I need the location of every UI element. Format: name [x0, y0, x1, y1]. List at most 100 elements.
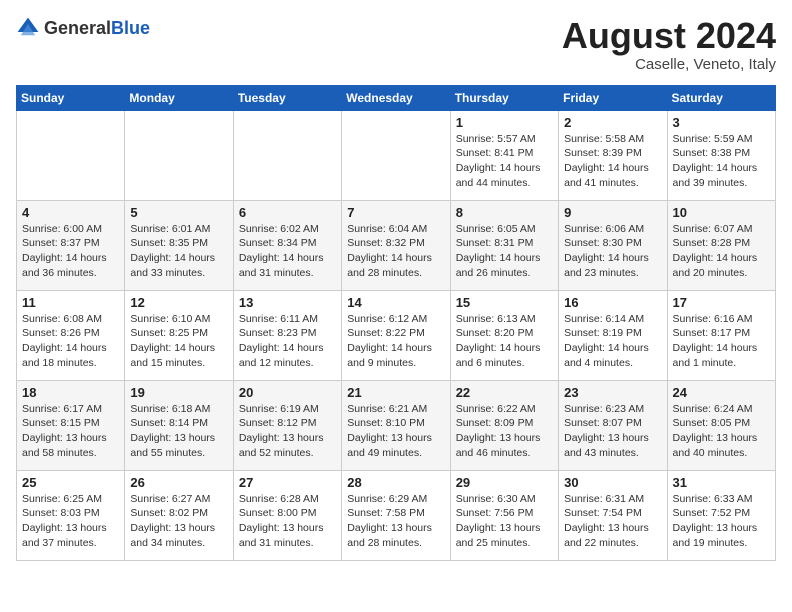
day-number: 28 — [347, 475, 444, 490]
day-info: Sunrise: 6:02 AM Sunset: 8:34 PM Dayligh… — [239, 222, 336, 281]
calendar-cell: 4 Sunrise: 6:00 AM Sunset: 8:37 PM Daylig… — [17, 200, 125, 290]
logo-icon — [16, 16, 40, 40]
day-info: Sunrise: 6:14 AM Sunset: 8:19 PM Dayligh… — [564, 312, 661, 371]
logo: GeneralBlue — [16, 16, 150, 40]
day-of-week-header: Thursday — [450, 85, 558, 110]
day-number: 14 — [347, 295, 444, 310]
day-info: Sunrise: 6:01 AM Sunset: 8:35 PM Dayligh… — [130, 222, 227, 281]
calendar-cell — [342, 110, 450, 200]
day-number: 24 — [673, 385, 770, 400]
calendar-cell: 29 Sunrise: 6:30 AM Sunset: 7:56 PM Dayli… — [450, 470, 558, 560]
calendar-cell: 31 Sunrise: 6:33 AM Sunset: 7:52 PM Dayli… — [667, 470, 775, 560]
day-info: Sunrise: 6:18 AM Sunset: 8:14 PM Dayligh… — [130, 402, 227, 461]
calendar-cell: 9 Sunrise: 6:06 AM Sunset: 8:30 PM Daylig… — [559, 200, 667, 290]
day-number: 23 — [564, 385, 661, 400]
calendar-week-row: 11Sunrise: 6:08 AM Sunset: 8:26 PM Dayli… — [17, 290, 776, 380]
day-info: Sunrise: 6:07 AM Sunset: 8:28 PM Dayligh… — [673, 222, 770, 281]
month-year-title: August 2024 — [562, 16, 776, 56]
calendar-week-row: 4 Sunrise: 6:00 AM Sunset: 8:37 PM Daylig… — [17, 200, 776, 290]
day-number: 7 — [347, 205, 444, 220]
calendar-cell — [233, 110, 341, 200]
calendar-cell: 7Sunrise: 6:04 AM Sunset: 8:32 PM Daylig… — [342, 200, 450, 290]
day-info: Sunrise: 6:06 AM Sunset: 8:30 PM Dayligh… — [564, 222, 661, 281]
day-of-week-header: Monday — [125, 85, 233, 110]
day-number: 6 — [239, 205, 336, 220]
day-info: Sunrise: 6:30 AM Sunset: 7:56 PM Dayligh… — [456, 492, 553, 551]
calendar-cell: 24 Sunrise: 6:24 AM Sunset: 8:05 PM Dayli… — [667, 380, 775, 470]
day-number: 27 — [239, 475, 336, 490]
calendar-cell: 5 Sunrise: 6:01 AM Sunset: 8:35 PM Daylig… — [125, 200, 233, 290]
calendar-cell: 21Sunrise: 6:21 AM Sunset: 8:10 PM Dayli… — [342, 380, 450, 470]
calendar-cell: 23 Sunrise: 6:23 AM Sunset: 8:07 PM Dayli… — [559, 380, 667, 470]
calendar-cell: 15 Sunrise: 6:13 AM Sunset: 8:20 PM Dayli… — [450, 290, 558, 380]
day-number: 10 — [673, 205, 770, 220]
day-number: 30 — [564, 475, 661, 490]
day-info: Sunrise: 6:00 AM Sunset: 8:37 PM Dayligh… — [22, 222, 119, 281]
day-number: 5 — [130, 205, 227, 220]
day-of-week-header: Friday — [559, 85, 667, 110]
day-info: Sunrise: 6:28 AM Sunset: 8:00 PM Dayligh… — [239, 492, 336, 551]
day-info: Sunrise: 6:24 AM Sunset: 8:05 PM Dayligh… — [673, 402, 770, 461]
calendar-cell: 19 Sunrise: 6:18 AM Sunset: 8:14 PM Dayli… — [125, 380, 233, 470]
calendar-cell: 27 Sunrise: 6:28 AM Sunset: 8:00 PM Dayli… — [233, 470, 341, 560]
day-number: 15 — [456, 295, 553, 310]
day-info: Sunrise: 6:11 AM Sunset: 8:23 PM Dayligh… — [239, 312, 336, 371]
day-number: 11 — [22, 295, 119, 310]
day-number: 25 — [22, 475, 119, 490]
calendar-cell: 13Sunrise: 6:11 AM Sunset: 8:23 PM Dayli… — [233, 290, 341, 380]
day-number: 12 — [130, 295, 227, 310]
calendar-cell: 20 Sunrise: 6:19 AM Sunset: 8:12 PM Dayli… — [233, 380, 341, 470]
day-number: 1 — [456, 115, 553, 130]
day-info: Sunrise: 6:16 AM Sunset: 8:17 PM Dayligh… — [673, 312, 770, 371]
day-number: 29 — [456, 475, 553, 490]
day-number: 9 — [564, 205, 661, 220]
day-info: Sunrise: 6:27 AM Sunset: 8:02 PM Dayligh… — [130, 492, 227, 551]
day-info: Sunrise: 6:10 AM Sunset: 8:25 PM Dayligh… — [130, 312, 227, 371]
calendar-week-row: 25 Sunrise: 6:25 AM Sunset: 8:03 PM Dayli… — [17, 470, 776, 560]
calendar-cell — [17, 110, 125, 200]
day-number: 8 — [456, 205, 553, 220]
title-block: August 2024 Caselle, Veneto, Italy — [562, 16, 776, 73]
calendar-cell: 6 Sunrise: 6:02 AM Sunset: 8:34 PM Daylig… — [233, 200, 341, 290]
day-number: 31 — [673, 475, 770, 490]
calendar-cell: 14 Sunrise: 6:12 AM Sunset: 8:22 PM Dayli… — [342, 290, 450, 380]
calendar-cell: 30Sunrise: 6:31 AM Sunset: 7:54 PM Dayli… — [559, 470, 667, 560]
logo-text-general: General — [44, 18, 111, 38]
page-header: GeneralBlue August 2024 Caselle, Veneto,… — [16, 16, 776, 73]
calendar-cell: 18Sunrise: 6:17 AM Sunset: 8:15 PM Dayli… — [17, 380, 125, 470]
calendar-cell: 8 Sunrise: 6:05 AM Sunset: 8:31 PM Daylig… — [450, 200, 558, 290]
day-info: Sunrise: 6:05 AM Sunset: 8:31 PM Dayligh… — [456, 222, 553, 281]
day-info: Sunrise: 6:23 AM Sunset: 8:07 PM Dayligh… — [564, 402, 661, 461]
day-info: Sunrise: 6:13 AM Sunset: 8:20 PM Dayligh… — [456, 312, 553, 371]
day-info: Sunrise: 5:57 AM Sunset: 8:41 PM Dayligh… — [456, 132, 553, 191]
calendar-cell — [125, 110, 233, 200]
day-of-week-header: Tuesday — [233, 85, 341, 110]
calendar-cell: 11Sunrise: 6:08 AM Sunset: 8:26 PM Dayli… — [17, 290, 125, 380]
day-number: 4 — [22, 205, 119, 220]
day-number: 20 — [239, 385, 336, 400]
day-info: Sunrise: 6:25 AM Sunset: 8:03 PM Dayligh… — [22, 492, 119, 551]
day-of-week-header: Saturday — [667, 85, 775, 110]
day-info: Sunrise: 6:19 AM Sunset: 8:12 PM Dayligh… — [239, 402, 336, 461]
calendar-cell: 1 Sunrise: 5:57 AM Sunset: 8:41 PM Daylig… — [450, 110, 558, 200]
day-number: 2 — [564, 115, 661, 130]
calendar-cell: 25 Sunrise: 6:25 AM Sunset: 8:03 PM Dayli… — [17, 470, 125, 560]
calendar-cell: 3Sunrise: 5:59 AM Sunset: 8:38 PM Daylig… — [667, 110, 775, 200]
calendar-cell: 2Sunrise: 5:58 AM Sunset: 8:39 PM Daylig… — [559, 110, 667, 200]
calendar-cell: 22Sunrise: 6:22 AM Sunset: 8:09 PM Dayli… — [450, 380, 558, 470]
calendar-table: SundayMondayTuesdayWednesdayThursdayFrid… — [16, 85, 776, 561]
calendar-cell: 17Sunrise: 6:16 AM Sunset: 8:17 PM Dayli… — [667, 290, 775, 380]
calendar-cell: 28Sunrise: 6:29 AM Sunset: 7:58 PM Dayli… — [342, 470, 450, 560]
day-info: Sunrise: 6:22 AM Sunset: 8:09 PM Dayligh… — [456, 402, 553, 461]
day-info: Sunrise: 6:33 AM Sunset: 7:52 PM Dayligh… — [673, 492, 770, 551]
calendar-cell: 26 Sunrise: 6:27 AM Sunset: 8:02 PM Dayli… — [125, 470, 233, 560]
day-number: 19 — [130, 385, 227, 400]
day-info: Sunrise: 6:21 AM Sunset: 8:10 PM Dayligh… — [347, 402, 444, 461]
calendar-week-row: 18Sunrise: 6:17 AM Sunset: 8:15 PM Dayli… — [17, 380, 776, 470]
calendar-cell: 10 Sunrise: 6:07 AM Sunset: 8:28 PM Dayli… — [667, 200, 775, 290]
day-info: Sunrise: 6:12 AM Sunset: 8:22 PM Dayligh… — [347, 312, 444, 371]
day-number: 26 — [130, 475, 227, 490]
day-of-week-header: Sunday — [17, 85, 125, 110]
calendar-header-row: SundayMondayTuesdayWednesdayThursdayFrid… — [17, 85, 776, 110]
location-subtitle: Caselle, Veneto, Italy — [562, 56, 776, 73]
